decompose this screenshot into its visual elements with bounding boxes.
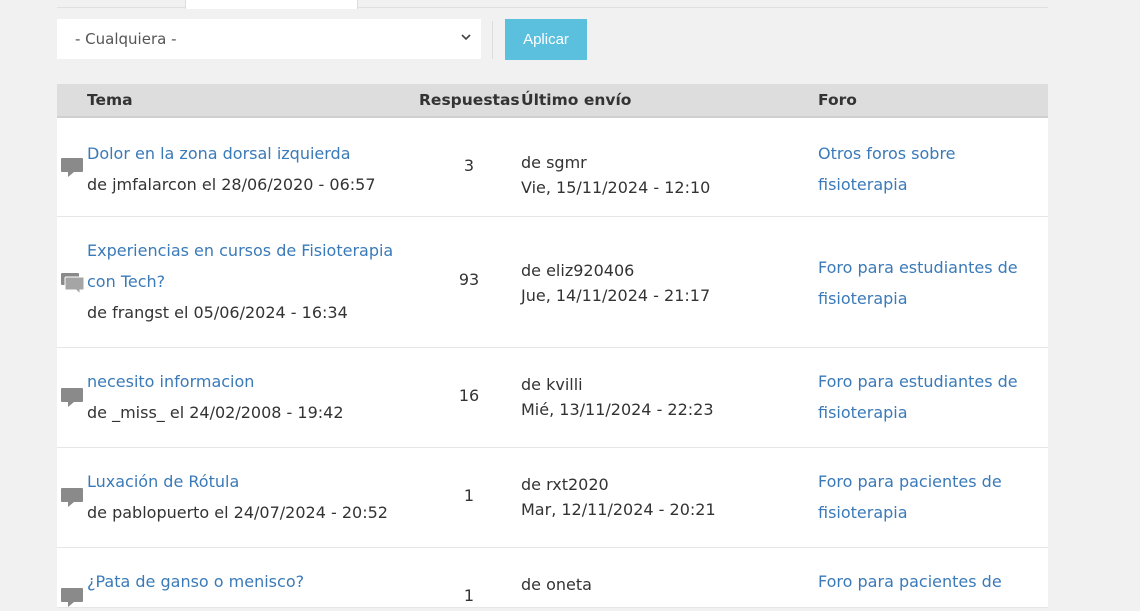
comment-icon	[61, 388, 83, 407]
last-post-date: Mié, 13/11/2024 - 22:23	[521, 400, 714, 419]
topic-title-link[interactable]: ¿Pata de ganso o menisco?	[87, 572, 304, 591]
forum-filter-select[interactable]: - Cualquiera -	[57, 19, 481, 59]
forum-link-line: Foro para pacientes de	[818, 472, 1002, 491]
forum-link-line: fisioterapia	[818, 503, 908, 522]
table-row: Luxación de Rótula de pablopuerto el 24/0…	[57, 448, 1048, 548]
replies-count: 1	[463, 486, 475, 505]
topic-author: de pablopuerto el 24/07/2024 - 20:52	[87, 503, 388, 522]
last-post-author: de kvilli	[521, 375, 583, 394]
forum-link[interactable]: Foro para estudiantes de fisioterapia	[818, 258, 1018, 308]
topic-author: de jmfalarcon el 28/06/2020 - 06:57	[87, 175, 376, 194]
last-post-date: Mar, 12/11/2024 - 20:21	[521, 500, 716, 519]
last-post-cell: de oneta	[521, 572, 592, 597]
header-respuestas[interactable]: Respuestas	[419, 91, 520, 109]
comment-icon	[61, 488, 83, 507]
forum-link-line: Foro para estudiantes de	[818, 258, 1018, 277]
tab-strip	[57, 0, 1048, 9]
topic-cell: necesito informacion de _miss_ el 24/02/2…	[87, 366, 427, 428]
last-post-author: de oneta	[521, 575, 592, 594]
forum-cell: Foro para estudiantes de fisioterapia	[818, 366, 1048, 428]
forum-link[interactable]: Foro para estudiantes de fisioterapia	[818, 372, 1018, 422]
header-ultimo-envio[interactable]: Último envío	[521, 91, 631, 109]
forum-link-line: Otros foros sobre	[818, 144, 956, 163]
replies-count: 93	[458, 270, 480, 289]
topic-title-link[interactable]: Experiencias en cursos de Fisioterapia co…	[87, 241, 393, 291]
topic-title-link[interactable]: Luxación de Rótula	[87, 472, 239, 491]
forum-link[interactable]: Foro para pacientes de	[818, 572, 1002, 591]
topic-cell: Dolor en la zona dorsal izquierda de jmfa…	[87, 138, 427, 200]
chevron-down-icon	[461, 34, 471, 41]
last-post-author: de eliz920406	[521, 261, 635, 280]
forum-cell: Otros foros sobre fisioterapia	[818, 138, 1048, 200]
replies-count: 3	[463, 156, 475, 175]
last-post-author: de sgmr	[521, 153, 587, 172]
comment-icon	[61, 588, 83, 607]
forum-cell: Foro para pacientes de fisioterapia	[818, 466, 1048, 528]
topic-title-line: con Tech?	[87, 272, 166, 291]
topic-cell: Luxación de Rótula de pablopuerto el 24/0…	[87, 466, 427, 528]
forum-link[interactable]: Otros foros sobre fisioterapia	[818, 144, 956, 194]
forum-link-line: Foro para estudiantes de	[818, 372, 1018, 391]
apply-button[interactable]: Aplicar	[505, 19, 587, 60]
last-post-date: Vie, 15/11/2024 - 12:10	[521, 178, 711, 197]
topic-title-line: ¿Pata de ganso o menisco?	[87, 572, 305, 591]
topic-title-line: Dolor en la zona dorsal izquierda	[87, 144, 351, 163]
last-post-author: de rxt2020	[521, 475, 609, 494]
filter-select-value: - Cualquiera -	[75, 30, 177, 48]
topic-author: de frangst el 05/06/2024 - 16:34	[87, 303, 348, 322]
forum-listing: - Cualquiera - Aplicar Tema Respuestas Ú…	[57, 0, 1048, 608]
last-post-cell: de rxt2020 Mar, 12/11/2024 - 20:21	[521, 472, 716, 522]
replies-count: 16	[458, 386, 480, 405]
table-row: Experiencias en cursos de Fisioterapia co…	[57, 217, 1048, 348]
last-post-cell: de kvilli Mié, 13/11/2024 - 22:23	[521, 372, 714, 422]
topic-title-link[interactable]: Dolor en la zona dorsal izquierda	[87, 144, 351, 163]
forum-link-line: fisioterapia	[818, 175, 908, 194]
table-row: necesito informacion de _miss_ el 24/02/2…	[57, 348, 1048, 448]
topic-cell: ¿Pata de ganso o menisco?	[87, 566, 427, 597]
forum-link-line: fisioterapia	[818, 289, 908, 308]
forum-cell: Foro para estudiantes de fisioterapia	[818, 252, 1048, 314]
forum-cell: Foro para pacientes de	[818, 566, 1048, 597]
topic-title-line: Luxación de Rótula	[87, 472, 240, 491]
comment-icon	[61, 158, 83, 177]
forum-link[interactable]: Foro para pacientes de fisioterapia	[818, 472, 1002, 522]
table-row: Dolor en la zona dorsal izquierda de jmfa…	[57, 118, 1048, 217]
replies-count: 1	[463, 586, 475, 605]
last-post-cell: de sgmr Vie, 15/11/2024 - 12:10	[521, 150, 710, 200]
topics-table: Tema Respuestas Último envío Foro Dolor …	[57, 84, 1048, 608]
forum-link-line: fisioterapia	[818, 403, 908, 422]
table-row: ¿Pata de ganso o menisco? 1 de oneta Foro p…	[57, 548, 1048, 608]
comments-hot-icon	[61, 273, 85, 296]
topic-cell: Experiencias en cursos de Fisioterapia co…	[87, 235, 427, 328]
last-post-cell: de eliz920406 Jue, 14/11/2024 - 21:17	[521, 258, 710, 308]
table-body: Dolor en la zona dorsal izquierda de jmfa…	[57, 118, 1048, 608]
last-post-date: Jue, 14/11/2024 - 21:17	[521, 286, 711, 305]
topic-title-line: necesito informacion	[87, 372, 255, 391]
filter-divider	[492, 21, 493, 59]
topic-title-link[interactable]: necesito informacion	[87, 372, 254, 391]
header-foro[interactable]: Foro	[818, 91, 857, 109]
topic-author: de _miss_ el 24/02/2008 - 19:42	[87, 403, 344, 422]
header-tema[interactable]: Tema	[87, 91, 133, 109]
table-header: Tema Respuestas Último envío Foro	[57, 84, 1048, 118]
tab-active[interactable]	[185, 0, 358, 9]
forum-link-line: Foro para pacientes de	[818, 572, 1002, 591]
topic-title-line: Experiencias en cursos de Fisioterapia	[87, 241, 394, 260]
